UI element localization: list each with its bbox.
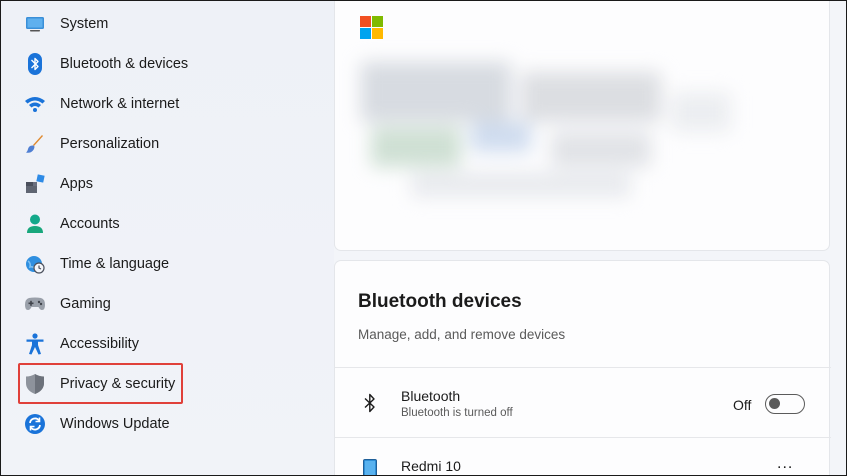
settings-sidebar: System Bluetooth & devices Network & int… <box>0 0 334 476</box>
sidebar-item-label: Privacy & security <box>60 376 176 392</box>
settings-main-pane: Bluetooth devices Manage, add, and remov… <box>334 0 847 476</box>
bluetooth-icon <box>24 53 46 75</box>
sidebar-item-gaming[interactable]: Gaming <box>18 285 318 323</box>
sidebar-item-personalization[interactable]: Personalization <box>18 125 318 163</box>
sidebar-item-network-internet[interactable]: Network & internet <box>18 85 318 123</box>
divider <box>335 367 831 368</box>
more-options-button[interactable]: ... <box>777 455 793 473</box>
divider <box>335 437 831 438</box>
sidebar-item-bluetooth-devices[interactable]: Bluetooth & devices <box>18 45 318 83</box>
section-title: Bluetooth devices <box>358 291 522 312</box>
phone-icon <box>363 459 381 476</box>
update-icon <box>24 413 46 435</box>
bluetooth-devices-card: Bluetooth devices Manage, add, and remov… <box>334 260 831 476</box>
sidebar-item-label: Accessibility <box>60 336 139 352</box>
sidebar-item-label: Apps <box>60 176 94 192</box>
sidebar-item-system[interactable]: System <box>18 5 318 43</box>
apps-icon <box>24 173 46 195</box>
microsoft-logo-icon <box>360 16 383 39</box>
sidebar-item-apps[interactable]: Apps <box>18 165 318 203</box>
wifi-icon <box>24 93 46 115</box>
sidebar-item-label: Windows Update <box>60 416 170 432</box>
bluetooth-row-title: Bluetooth <box>401 388 461 404</box>
section-subtitle: Manage, add, and remove devices <box>358 327 566 342</box>
device-row-title: Redmi 10 <box>401 458 461 474</box>
sidebar-item-accounts[interactable]: Accounts <box>18 205 318 243</box>
bluetooth-row-subtitle: Bluetooth is turned off <box>401 407 513 419</box>
sidebar-item-label: Time & language <box>60 256 170 272</box>
gamepad-icon <box>24 293 46 315</box>
sidebar-item-windows-update[interactable]: Windows Update <box>18 405 318 443</box>
sidebar-item-label: Network & internet <box>60 96 180 112</box>
bluetooth-toggle[interactable] <box>765 394 805 414</box>
account-banner-card <box>334 0 830 251</box>
sidebar-item-privacy-security[interactable]: Privacy & security <box>18 365 318 403</box>
brush-icon <box>24 133 46 155</box>
shield-icon <box>24 373 46 395</box>
sidebar-item-time-language[interactable]: Time & language <box>18 245 318 283</box>
accessibility-icon <box>24 333 46 355</box>
globe-clock-icon <box>24 253 46 275</box>
sidebar-item-label: Accounts <box>60 216 120 232</box>
sidebar-item-label: System <box>60 16 109 32</box>
sidebar-item-accessibility[interactable]: Accessibility <box>18 325 318 363</box>
blurred-account-info <box>351 52 751 222</box>
sidebar-item-label: Bluetooth & devices <box>60 56 189 72</box>
bluetooth-icon <box>361 392 379 414</box>
monitor-icon <box>24 13 46 35</box>
person-icon <box>24 213 46 235</box>
sidebar-item-label: Gaming <box>60 296 111 312</box>
toggle-knob <box>769 398 780 409</box>
toggle-state-label: Off <box>733 397 752 413</box>
sidebar-item-label: Personalization <box>60 136 160 152</box>
